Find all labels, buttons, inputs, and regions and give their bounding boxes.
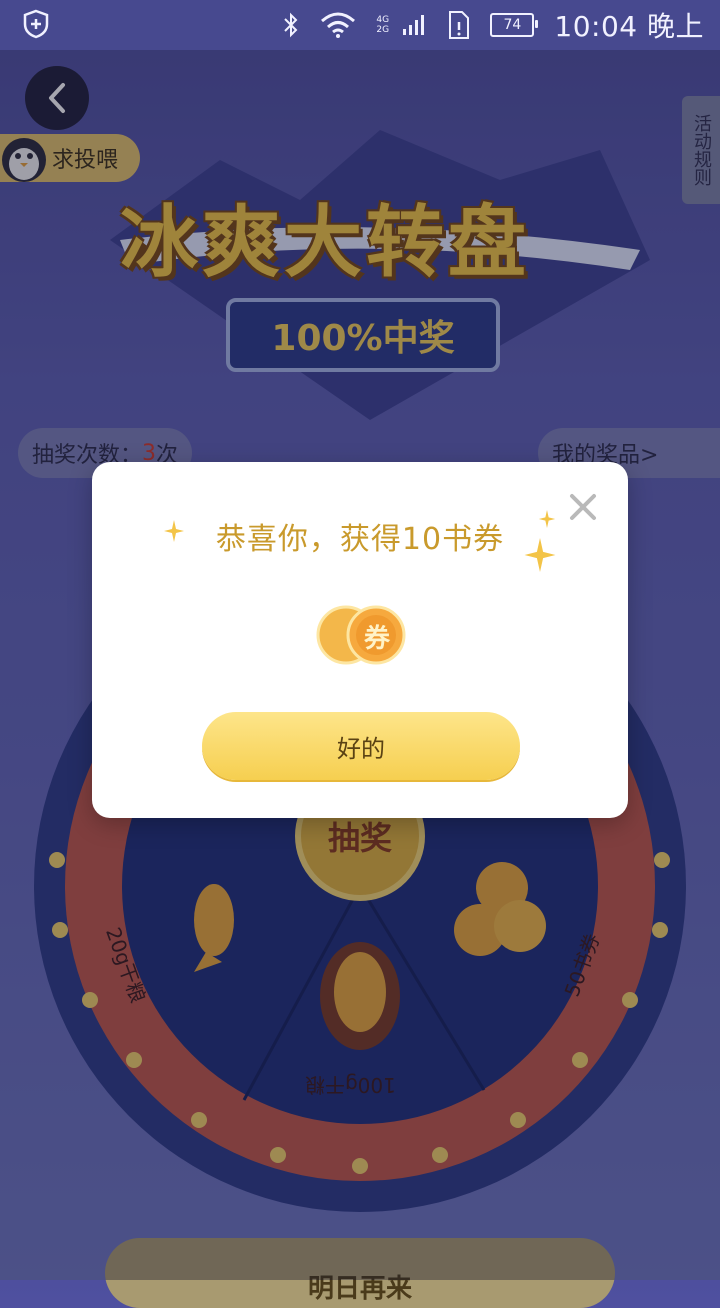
reward-message: 恭喜你，获得10书券	[215, 522, 505, 557]
ok-button[interactable]: 好的	[202, 712, 520, 780]
wifi-icon	[321, 12, 356, 38]
sim-alert-icon	[449, 11, 470, 39]
network-label: 4G 2G	[376, 15, 390, 35]
bluetooth-icon	[284, 12, 298, 38]
coupon-glyph: 券	[363, 624, 390, 654]
signal-indicator: 4G 2G	[376, 13, 426, 37]
clock: 10:04 晚上	[554, 10, 704, 43]
signal-icon	[403, 15, 425, 35]
prize-dialog: 恭喜你，获得10书券 券 好的	[92, 462, 628, 818]
battery-level: 74	[503, 17, 522, 33]
status-bar: 4G 2G 74 10:04 晚上	[0, 0, 720, 50]
shield-icon	[23, 9, 49, 39]
battery-indicator: 74	[490, 13, 539, 37]
ok-button-label: 好的	[337, 734, 385, 763]
